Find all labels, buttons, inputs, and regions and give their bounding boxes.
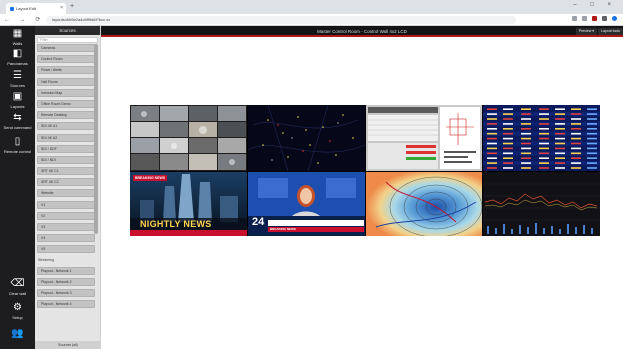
anchor-ticker: BREAKING NEWS <box>270 227 296 231</box>
key-icon[interactable] <box>572 16 577 21</box>
sources-scrollbar[interactable] <box>94 44 98 234</box>
source-item[interactable]: SRT 4K C2 <box>37 178 95 187</box>
tile-stock-chart[interactable] <box>483 172 600 236</box>
source-item[interactable]: SDI 4K A1 <box>37 122 95 131</box>
source-item[interactable]: Hall Floors <box>37 77 95 86</box>
window-controls[interactable]: – □ × <box>573 2 617 8</box>
wall-title: Master Control Room - Control Wall 4x2 L… <box>317 29 407 34</box>
nav-send-command[interactable]: ⇆ Send command <box>0 112 35 130</box>
nav-walls[interactable]: ▦ Walls <box>0 28 35 46</box>
gears-icon: ⚙ <box>13 302 22 313</box>
tile-control-dashboard[interactable] <box>366 105 482 171</box>
wall-title-bar: Master Control Room - Control Wall 4x2 L… <box>101 26 623 37</box>
nav-layouts-label: Layouts <box>10 104 25 109</box>
radar-map-graphic <box>248 105 365 171</box>
stock-chart-graphic <box>483 172 600 236</box>
nightly-news-title: NIGHTLY NEWS <box>140 219 212 229</box>
extensions-area <box>572 16 617 21</box>
market-table-graphic <box>483 105 600 171</box>
video-wall: BREAKING NEWS NIGHTLY NEWS 24 BREAKING N… <box>130 105 600 236</box>
browser-tab-bar: Layout Edit × + – □ × <box>0 0 623 14</box>
address-bar-row: ← → ⟳ ⌂ layouts/d/b5b2a4c6f9fd6f7bcc.xx <box>0 14 623 26</box>
panorama-icon: ◧ <box>12 48 23 59</box>
nav-users[interactable]: 👥 <box>0 328 35 341</box>
sources-list: Cameras Control Room Flows / Alerts Hall Fl… <box>37 44 95 311</box>
layout-tools-button[interactable]: Layout tools <box>598 28 623 35</box>
preview-label: Preview <box>578 29 592 33</box>
source-item[interactable]: Playout - Network 3 <box>37 288 95 297</box>
source-item[interactable]: Cameras <box>37 44 95 52</box>
source-item[interactable]: Remote Desktop <box>37 111 95 120</box>
tab-title: Layout Edit <box>16 6 37 11</box>
source-item[interactable]: Website <box>37 189 95 198</box>
breaking-news-badge: BREAKING NEWS <box>133 175 168 181</box>
nav-sources-label: Sources <box>10 83 25 88</box>
source-item[interactable]: V3 <box>37 223 95 231</box>
news-ticker-bar <box>130 230 247 236</box>
close-tab-icon[interactable]: × <box>60 5 63 11</box>
nav-sources[interactable]: ☰ Sources <box>0 70 35 88</box>
list-icon: ☰ <box>13 70 22 81</box>
source-item[interactable]: V1 <box>37 200 95 209</box>
users-icon: 👥 <box>11 328 24 339</box>
sources-header: Sources <box>35 26 100 35</box>
source-item[interactable]: Playout - Network 2 <box>37 277 95 286</box>
nav-setup-label: Setup <box>12 315 23 320</box>
star-icon[interactable] <box>582 16 587 21</box>
source-item[interactable]: Playout - Network 1 <box>37 266 95 275</box>
source-item[interactable]: V5 <box>37 245 95 254</box>
sources-footer[interactable]: Sources (all) <box>35 341 101 349</box>
tile-flight-radar[interactable] <box>248 105 365 171</box>
weather-map-graphic <box>366 172 482 236</box>
tile-weather-map[interactable] <box>366 172 482 236</box>
layout-tools-label: Layout tools <box>601 29 620 33</box>
profile-icon[interactable] <box>612 16 617 21</box>
source-item[interactable]: SDI / SDF <box>37 144 95 153</box>
source-item[interactable]: Playout - Network 4 <box>37 300 95 309</box>
nav-clear-wall[interactable]: ⌫ Clear wall <box>0 278 35 296</box>
sources-panel: Sources Filter Cameras Control Room Flows … <box>35 26 101 349</box>
nav-panoramas-label: Panoramas <box>7 61 28 66</box>
tile-nightly-news[interactable]: BREAKING NEWS NIGHTLY NEWS <box>130 172 247 236</box>
tile-security-cameras[interactable] <box>130 105 247 171</box>
channel-24-logo: 24 <box>252 216 265 228</box>
news-anchor-graphic <box>248 172 365 236</box>
puzzle-icon[interactable] <box>602 16 607 21</box>
source-group[interactable]: Streaming <box>37 257 95 264</box>
nav-walls-label: Walls <box>12 41 23 46</box>
source-item[interactable]: V4 <box>37 234 95 243</box>
url-field[interactable]: layouts/d/b5b2a4c6f9fd6f7bcc.xx <box>46 16 516 24</box>
favicon-icon <box>10 6 14 11</box>
nav-panoramas[interactable]: ◧ Panoramas <box>0 48 35 66</box>
tile-market-table[interactable] <box>483 105 600 171</box>
preview-button[interactable]: Preview ▾ <box>575 28 597 35</box>
eraser-icon: ⌫ <box>10 278 25 289</box>
nav-remote-control[interactable]: ▯ Remote control <box>0 136 35 154</box>
source-item[interactable]: Intrusion Map <box>37 88 95 97</box>
grid-icon: ▦ <box>12 28 23 39</box>
nav-layouts[interactable]: ▣ Layouts <box>0 91 35 109</box>
camera-grid-graphic <box>130 105 247 171</box>
nav-clear-wall-label: Clear wall <box>8 291 27 296</box>
source-item[interactable]: V2 <box>37 211 95 220</box>
source-item[interactable]: SDI 4K A2 <box>37 133 95 142</box>
source-item[interactable]: Flows / Alerts <box>37 66 95 75</box>
remote-icon: ▯ <box>14 136 21 147</box>
extension-icon[interactable] <box>592 16 597 21</box>
nav-send-command-label: Send command <box>3 125 32 130</box>
dashboard-graphic <box>366 105 482 171</box>
tile-news-24[interactable]: 24 BREAKING NEWS <box>248 172 365 236</box>
source-item[interactable]: Office Room Demo <box>37 99 95 108</box>
command-icon: ⇆ <box>13 112 22 123</box>
layout-icon: ▣ <box>12 91 23 102</box>
browser-tab[interactable]: Layout Edit × <box>6 3 66 14</box>
sources-filter-input[interactable]: Filter <box>37 37 98 43</box>
new-tab-icon[interactable]: + <box>70 3 74 11</box>
nav-remote-control-label: Remote control <box>3 149 32 154</box>
source-item[interactable]: SRT 4K C1 <box>37 167 95 176</box>
source-item[interactable]: Control Room <box>37 55 95 64</box>
app-left-navigation: ▦ Walls ◧ Panoramas ☰ Sources ▣ Layouts … <box>0 26 35 349</box>
nav-setup[interactable]: ⚙ Setup <box>0 302 35 320</box>
source-item[interactable]: SDI / NDI <box>37 155 95 164</box>
